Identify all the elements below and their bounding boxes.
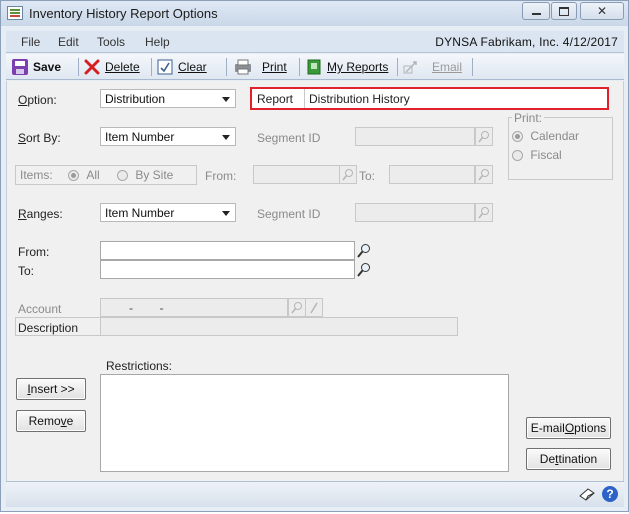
status-bar: ? bbox=[6, 481, 624, 507]
print-calendar-radio[interactable]: Calendar bbox=[512, 129, 579, 143]
sort-by-select[interactable]: Item Number bbox=[100, 127, 236, 146]
report-label: Report bbox=[257, 92, 294, 106]
help-icon[interactable]: ? bbox=[602, 486, 618, 502]
report-value[interactable]: Distribution History bbox=[309, 92, 410, 106]
range-from-field[interactable] bbox=[100, 241, 355, 260]
option-select[interactable]: Distribution bbox=[100, 89, 236, 108]
report-field-highlight: Report Distribution History bbox=[250, 87, 609, 110]
expand-icon bbox=[310, 302, 318, 313]
account-field[interactable]: - - bbox=[100, 298, 288, 317]
items-all-radio[interactable]: All bbox=[68, 168, 100, 182]
radio-icon bbox=[512, 150, 523, 162]
items-label: Items: bbox=[20, 168, 53, 182]
range-from-label: From: bbox=[18, 245, 50, 259]
remove-button[interactable]: Remo v e bbox=[16, 410, 86, 432]
printer-icon bbox=[234, 59, 251, 75]
toolbar: Save Delete Clear Print My Reports Email bbox=[6, 54, 624, 80]
title-bar: Inventory History Report Options ✕ bbox=[1, 1, 628, 26]
site-to-label: To: bbox=[359, 169, 376, 183]
description-label: Description bbox=[18, 321, 79, 335]
lookup-button[interactable] bbox=[475, 165, 493, 184]
radio-icon bbox=[117, 170, 128, 182]
minimize-button[interactable] bbox=[522, 2, 550, 20]
radio-icon bbox=[68, 170, 79, 182]
menu-help[interactable]: Help bbox=[145, 35, 170, 49]
search-icon bbox=[357, 262, 370, 277]
report-divider bbox=[304, 89, 305, 108]
lookup-icon bbox=[342, 168, 353, 180]
lookup-icon bbox=[478, 168, 489, 180]
search-icon bbox=[357, 243, 370, 258]
close-button[interactable]: ✕ bbox=[580, 2, 624, 20]
delete-button[interactable]: Delete bbox=[84, 59, 140, 75]
clear-icon bbox=[157, 59, 173, 75]
restrictions-label: Restrictions: bbox=[106, 359, 173, 373]
destination-button[interactable]: De t tination bbox=[526, 448, 611, 470]
clear-button[interactable]: Clear bbox=[157, 59, 207, 75]
account-lookup[interactable] bbox=[288, 298, 306, 317]
email-button[interactable]: Email bbox=[403, 59, 462, 75]
lookup-icon bbox=[478, 130, 489, 142]
menu-tools[interactable]: Tools bbox=[97, 35, 125, 49]
segment-id-label-2: Segment ID bbox=[257, 207, 321, 221]
range-segment-id-field[interactable] bbox=[355, 203, 475, 222]
email-icon bbox=[403, 59, 419, 75]
toolbar-separator bbox=[397, 58, 398, 76]
minimize-icon bbox=[531, 13, 541, 15]
menu-file[interactable]: File bbox=[21, 35, 40, 49]
print-fiscal-radio[interactable]: Fiscal bbox=[512, 148, 562, 162]
menu-edit[interactable]: Edit bbox=[58, 35, 79, 49]
save-icon bbox=[12, 59, 28, 75]
my-reports-button[interactable]: My Reports bbox=[306, 59, 388, 75]
lookup-button[interactable] bbox=[339, 165, 357, 184]
close-icon: ✕ bbox=[596, 4, 608, 18]
toolbar-separator bbox=[78, 58, 79, 76]
ranges-label: Ranges: bbox=[18, 207, 63, 221]
window-app-icon bbox=[7, 6, 23, 20]
site-from-field[interactable] bbox=[253, 165, 340, 184]
menu-bar: File Edit Tools Help DYNSA Fabrikam, Inc… bbox=[6, 31, 624, 53]
site-to-field[interactable] bbox=[389, 165, 475, 184]
toolbar-separator bbox=[472, 58, 473, 76]
range-to-field[interactable] bbox=[100, 260, 355, 279]
save-button[interactable]: Save bbox=[12, 59, 61, 75]
account-label: Account bbox=[18, 302, 62, 316]
lookup-icon bbox=[291, 301, 302, 313]
note-icon[interactable] bbox=[578, 486, 596, 505]
radio-icon bbox=[512, 131, 523, 143]
account-expand-button[interactable] bbox=[305, 298, 323, 317]
delete-icon bbox=[84, 59, 100, 75]
print-button[interactable]: Print bbox=[234, 59, 287, 75]
range-from-lookup[interactable] bbox=[355, 241, 373, 260]
report-options-window: Inventory History Report Options ✕ File … bbox=[0, 0, 629, 512]
segment-id-label: Segment ID bbox=[257, 131, 321, 145]
lookup-button[interactable] bbox=[475, 203, 493, 222]
insert-button[interactable]: Insert >> bbox=[16, 378, 86, 400]
items-by-site-radio[interactable]: By Site bbox=[117, 168, 173, 182]
description-field[interactable] bbox=[100, 317, 458, 336]
site-from-label: From: bbox=[205, 169, 237, 183]
toolbar-separator bbox=[151, 58, 152, 76]
toolbar-separator bbox=[226, 58, 227, 76]
sort-by-label: Sort By: bbox=[18, 131, 61, 145]
chevron-down-icon bbox=[222, 135, 230, 140]
email-options-button[interactable]: E-mail Options bbox=[526, 417, 611, 439]
chevron-down-icon bbox=[222, 211, 230, 216]
maximize-button[interactable] bbox=[551, 2, 577, 20]
reports-icon bbox=[306, 59, 322, 75]
toolbar-separator bbox=[299, 58, 300, 76]
option-label: Option: bbox=[18, 93, 57, 107]
print-group-label: Print: bbox=[512, 111, 545, 125]
restrictions-list[interactable] bbox=[100, 374, 509, 472]
range-to-lookup[interactable] bbox=[355, 260, 373, 279]
window-title: Inventory History Report Options bbox=[29, 6, 218, 21]
lookup-button[interactable] bbox=[475, 127, 493, 146]
lookup-icon bbox=[478, 206, 489, 218]
company-info: DYNSA Fabrikam, Inc. 4/12/2017 bbox=[435, 35, 618, 49]
maximize-icon bbox=[559, 6, 569, 16]
range-to-label: To: bbox=[18, 264, 35, 278]
segment-id-field[interactable] bbox=[355, 127, 475, 146]
chevron-down-icon bbox=[222, 97, 230, 102]
ranges-select[interactable]: Item Number bbox=[100, 203, 236, 222]
